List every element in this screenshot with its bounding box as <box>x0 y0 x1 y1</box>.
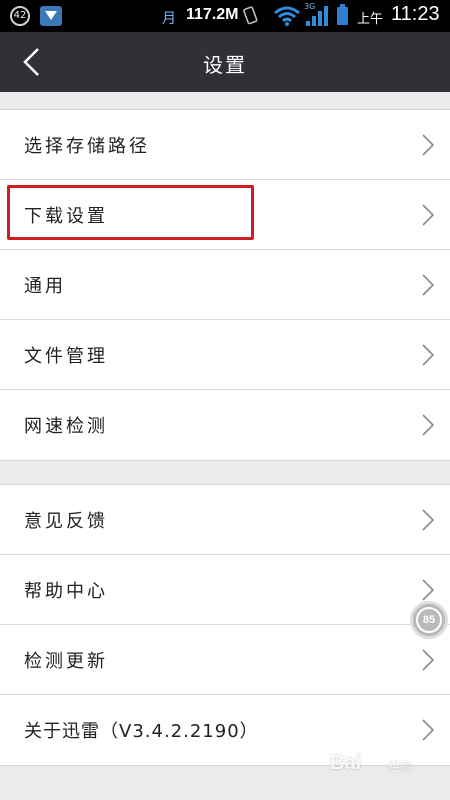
settings-item-general[interactable]: 通用 <box>0 250 450 320</box>
network-speed: 117.2M <box>186 6 239 23</box>
highlight-box <box>7 185 254 240</box>
settings-item-speed-test[interactable]: 网速检测 <box>0 390 450 460</box>
signal-icon <box>306 6 328 26</box>
chevron-right-icon <box>422 649 434 671</box>
page-title: 设置 <box>203 53 247 77</box>
sim-icon: 月 <box>162 11 176 27</box>
settings-item-label: 检测更新 <box>24 651 108 672</box>
settings-item-label: 文件管理 <box>24 346 108 367</box>
settings-item-feedback[interactable]: 意见反馈 <box>0 485 450 555</box>
notification-count-icon: 42 <box>10 6 30 26</box>
chevron-right-icon <box>422 719 434 741</box>
settings-item-label: 网速检测 <box>24 416 108 437</box>
chevron-right-icon <box>422 204 434 226</box>
watermark-suffix: 经验 <box>388 760 413 774</box>
floating-speed-badge[interactable]: 85 <box>410 601 448 639</box>
settings-item-about[interactable]: 关于迅雷（V3.4.2.2190） <box>0 695 450 765</box>
chevron-right-icon <box>422 344 434 366</box>
settings-item-file-management[interactable]: 文件管理 <box>0 320 450 390</box>
settings-item-storage-path[interactable]: 选择存储路径 <box>0 110 450 180</box>
settings-item-label: 通用 <box>24 276 66 297</box>
chevron-right-icon <box>422 509 434 531</box>
battery-icon <box>337 4 348 25</box>
watermark: Bai <box>330 752 362 774</box>
settings-item-check-update[interactable]: 检测更新 <box>0 625 450 695</box>
wifi-icon <box>274 6 300 26</box>
settings-item-help-center[interactable]: 帮助中心 <box>0 555 450 625</box>
chevron-right-icon <box>422 134 434 156</box>
clock: 11:23 <box>391 3 440 25</box>
chevron-right-icon <box>422 579 434 601</box>
settings-group-main: 选择存储路径 下载设置 通用 文件管理 网速检测 <box>0 109 450 461</box>
app-notification-icon <box>40 6 62 26</box>
settings-item-label: 选择存储路径 <box>24 136 150 157</box>
chevron-right-icon <box>422 414 434 436</box>
status-bar: 42 月 117.2M 3G 上午 11:23 <box>0 0 450 32</box>
settings-group-support: 意见反馈 帮助中心 检测更新 关于迅雷（V3.4.2.2190） <box>0 484 450 766</box>
settings-item-label: 关于迅雷（V3.4.2.2190） <box>24 721 259 742</box>
settings-item-label: 意见反馈 <box>24 511 108 532</box>
header-bar: 设置 <box>0 32 450 92</box>
floating-badge-value: 85 <box>416 607 442 633</box>
rotation-icon <box>243 6 258 25</box>
settings-item-label: 帮助中心 <box>24 581 108 602</box>
chevron-right-icon <box>422 274 434 296</box>
time-period: 上午 <box>357 12 384 27</box>
